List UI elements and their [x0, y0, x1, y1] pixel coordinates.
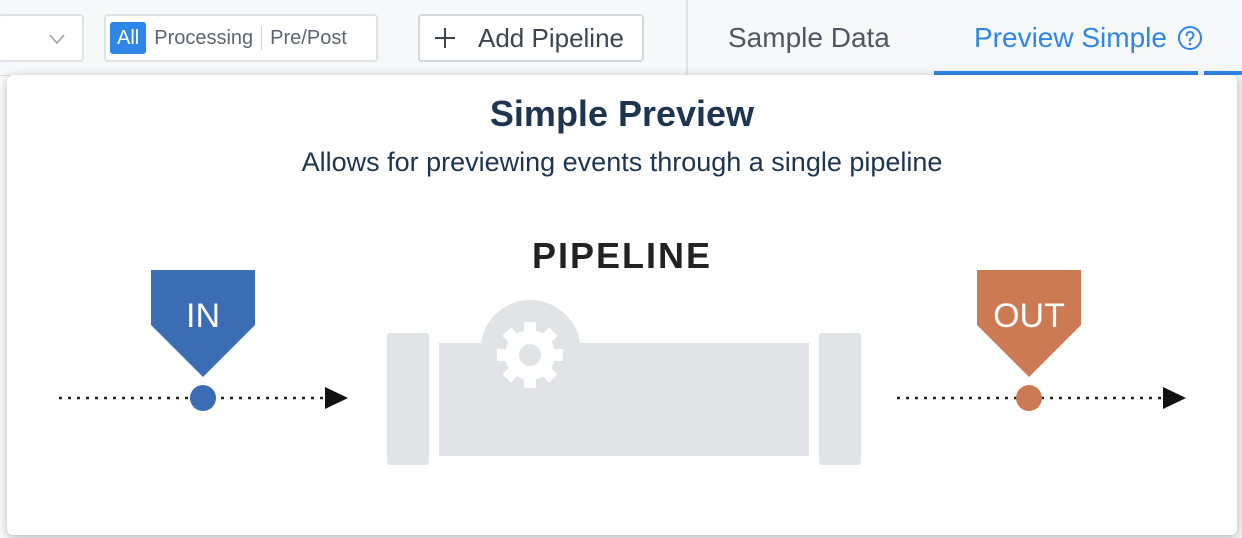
tab-preview-simple-label: Preview Simple	[974, 22, 1167, 53]
add-pipeline-label: Add Pipeline	[478, 22, 624, 53]
tab-sample-data[interactable]: Sample Data	[728, 0, 890, 76]
question-circle-icon[interactable]	[1177, 25, 1203, 51]
filter-processing[interactable]: Processing	[146, 22, 261, 54]
add-pipeline-button[interactable]: Add Pipeline	[418, 14, 644, 62]
arrow-right-icon	[325, 387, 348, 409]
arrow-right-icon	[1163, 387, 1186, 409]
plus-icon	[435, 28, 455, 48]
in-dot	[190, 385, 216, 411]
filter-pre-post[interactable]: Pre/Post	[262, 22, 355, 54]
pipelines-toolbar: All Processing Pre/Post Add Pipeline	[0, 0, 686, 76]
pipeline-label: PIPELINE	[531, 235, 713, 276]
preview-tabs: Sample Data Preview Simple	[688, 0, 1242, 76]
gear-icon	[497, 322, 563, 388]
in-label: IN	[186, 297, 220, 335]
pipeline-filter-segmented: All Processing Pre/Post	[104, 14, 378, 62]
tab-preview-simple[interactable]: Preview Simple	[974, 0, 1203, 76]
pipe-body	[439, 343, 809, 456]
filter-all[interactable]: All	[110, 22, 147, 54]
chevron-down-icon	[49, 34, 65, 45]
pipe-flange-left	[387, 333, 429, 465]
simple-preview-popover: Simple Preview Allows for previewing eve…	[7, 75, 1237, 535]
out-dot	[1016, 385, 1042, 411]
out-label: OUT	[993, 297, 1065, 335]
pipe-flange-right	[819, 333, 861, 465]
pipeline-type-select[interactable]	[0, 14, 84, 62]
